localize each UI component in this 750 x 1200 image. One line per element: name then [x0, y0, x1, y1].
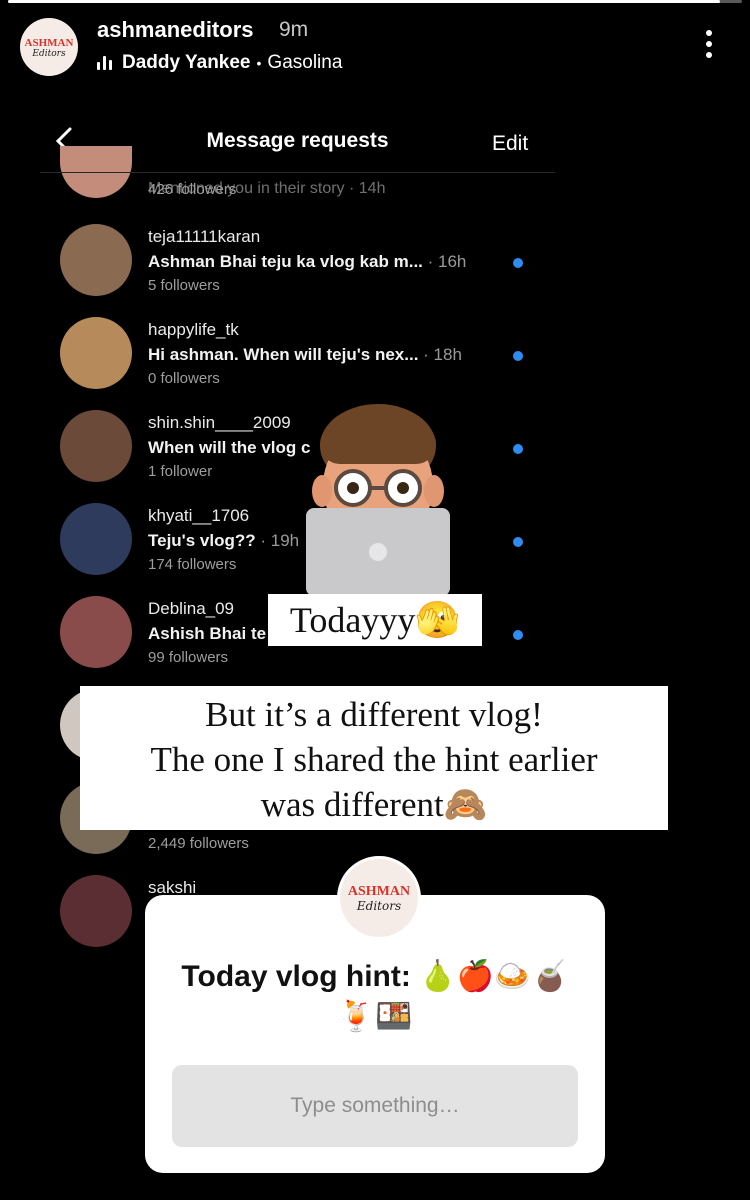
story-progress-fill [8, 0, 720, 3]
question-answer-input[interactable]: Type something… [172, 1065, 578, 1147]
caption-line: The one I shared the hint earlier [150, 740, 598, 779]
list-item-followers: 5 followers [148, 277, 220, 294]
list-item-username: happylife_tk [148, 320, 239, 339]
list-item-username: shin.shin____2009 [148, 413, 291, 432]
music-info[interactable]: Daddy Yankee • Gasolina [97, 52, 342, 74]
logo-subtext: Editors [356, 899, 402, 913]
logo-text: ASHMAN [24, 37, 74, 49]
list-item: teja11111karan Ashman Bhai teju ka vlog k… [60, 224, 550, 304]
list-item-message: Ashman Bhai teju ka vlog kab m... · 16h [148, 252, 467, 271]
unread-dot [513, 630, 523, 640]
caption-text-sticker: But it’s a different vlog! The one I sha… [80, 686, 668, 830]
list-item-followers: 2,449 followers [148, 835, 249, 852]
today-text-sticker: Todayyy🫣 [268, 594, 482, 646]
list-item-followers: 174 followers [148, 556, 237, 573]
unread-dot [513, 537, 523, 547]
list-item-followers: 1 follower [148, 463, 213, 480]
header-divider [40, 172, 555, 173]
story-username[interactable]: ashmaneditors [97, 17, 254, 43]
music-bars-icon [97, 56, 112, 70]
list-item-username: Deblina_09 [148, 599, 235, 618]
caption-line: But it’s a different vlog! [205, 695, 543, 734]
story-progress-bar [8, 0, 742, 3]
list-item-username: teja11111karan [148, 227, 261, 246]
list-item-followers: 99 followers [148, 649, 229, 666]
list-item-followers: 426 followers [148, 181, 237, 198]
list-item-message: When will the vlog c [148, 438, 311, 457]
logo-text: ASHMAN [347, 884, 411, 899]
more-vertical-icon[interactable] [704, 30, 714, 63]
avatar [60, 317, 132, 389]
avatar [60, 596, 132, 668]
music-track: Gasolina [267, 52, 343, 73]
question-prompt: Today vlog hint: 🍐🍎🍛🧉🍹🍱 [181, 960, 569, 1033]
music-separator: • [256, 55, 262, 71]
avatar [60, 503, 132, 575]
unread-dot [513, 444, 523, 454]
story-time: 9m [279, 18, 309, 41]
avatar [60, 875, 132, 947]
avatar [60, 224, 132, 296]
list-item-username: khyati__1706 [148, 506, 250, 525]
question-sticker-avatar: ASHMAN Editors [337, 856, 421, 940]
list-item-message: Hi ashman. When will teju's nex... · 18h [148, 345, 462, 364]
unread-dot [513, 258, 523, 268]
list-item-followers: 0 followers [148, 370, 220, 387]
list-item: happylife_tk Hi ashman. When will teju's … [60, 317, 550, 397]
unread-dot [513, 351, 523, 361]
caption-line: was different🙈 [260, 785, 488, 824]
list-item-message: Teju's vlog?? · 19h [148, 531, 300, 550]
memoji-laptop-sticker [298, 396, 458, 596]
logo-subtext: Editors [32, 49, 66, 59]
list-item-message: Ashish Bhai te [148, 624, 267, 643]
avatar [60, 410, 132, 482]
music-artist: Daddy Yankee [122, 52, 251, 73]
profile-avatar[interactable]: ASHMAN Editors [20, 18, 78, 76]
